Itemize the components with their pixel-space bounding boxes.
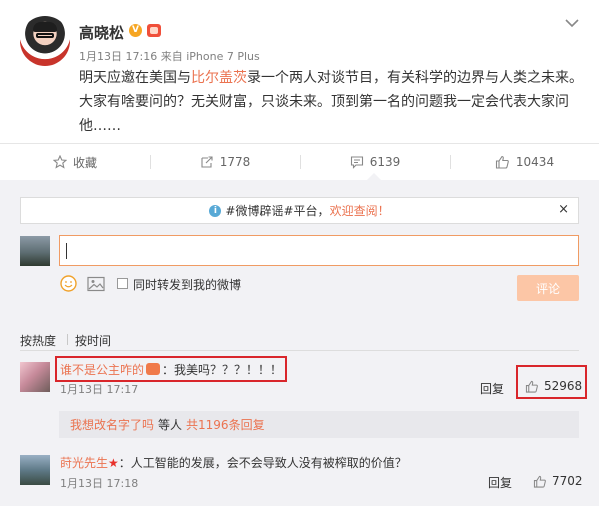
comment-body: ：我美吗？？？！！！ (162, 363, 283, 377)
post-text-before: 明天应邀在美国与 (79, 70, 191, 86)
favorite-label: 收藏 (72, 155, 97, 170)
post-action-bar: 收藏 1778 6139 10434 (0, 143, 599, 179)
comment-time[interactable]: 1月13日 17:18 (60, 475, 138, 491)
thumbs-up-icon (495, 155, 509, 169)
comment-like-count: 7702 (552, 474, 583, 488)
star-badge-icon: ★ (108, 456, 119, 470)
repost-button[interactable]: 1778 (150, 144, 300, 180)
my-avatar[interactable] (20, 236, 50, 266)
like-count: 10434 (515, 155, 555, 169)
image-icon[interactable] (87, 276, 105, 292)
post-time[interactable]: 1月13日 17:16 (79, 50, 157, 63)
post-meta: 1月13日 17:16 来自 iPhone 7 Plus (79, 48, 260, 64)
like-button[interactable]: 10434 (450, 144, 599, 180)
post-text: 明天应邀在美国与比尔盖茨录一个两人对谈节目，有关科学的边界与人类之未来。大家有啥… (79, 66, 584, 138)
avatar-hair (33, 22, 57, 32)
sort-underline (20, 350, 579, 351)
emoji-icon[interactable] (60, 275, 77, 292)
comment-count: 6139 (369, 155, 401, 169)
reply-button[interactable]: 回复 (480, 380, 504, 397)
info-icon: i (209, 204, 222, 217)
favorite-button[interactable]: 收藏 (0, 144, 150, 180)
avatar-glasses (36, 33, 54, 38)
sub-reply-user-link[interactable]: 我想改名字了吗 (70, 416, 154, 433)
chevron-down-icon[interactable] (563, 14, 581, 32)
comment-text: 谁不是公主咋的 ：我美吗？？？！！！ (60, 361, 282, 378)
fan-badge-icon (146, 363, 161, 375)
comment-body: ：人工智能的发展，会不会导致人没有被榨取的价值？ (118, 456, 407, 470)
comment-time[interactable]: 1月13日 17:17 (60, 381, 138, 397)
comment-icon (350, 156, 363, 169)
close-icon[interactable]: × (558, 202, 569, 217)
comment-text: 莳光先生★：人工智能的发展，会不会导致人没有被榨取的价值？ (60, 454, 407, 471)
comment-avatar[interactable] (20, 455, 50, 485)
comment-area: i #微博辟谣# 平台， 欢迎查阅！ × 同时转发到我的微博 评论 按热度 按时… (0, 180, 599, 506)
text-caret (66, 243, 67, 259)
rumor-link[interactable]: 欢迎查阅！ (330, 202, 390, 219)
thumbs-up-icon (525, 380, 538, 393)
comment-user-link[interactable]: 谁不是公主咋的 (60, 363, 144, 377)
reply-button[interactable]: 回复 (488, 474, 512, 491)
verified-icon: V (129, 24, 142, 37)
author-avatar[interactable] (20, 16, 70, 66)
submit-comment-button[interactable]: 评论 (517, 275, 579, 301)
repost-checkbox[interactable] (117, 278, 128, 289)
post-source[interactable]: iPhone 7 Plus (186, 50, 260, 63)
comment-like-button[interactable]: 7702 (533, 474, 583, 488)
post-mention-link[interactable]: 比尔盖茨 (191, 70, 247, 86)
comment-like-button[interactable]: 52968 (525, 379, 582, 393)
author-name[interactable]: 高晓松 (79, 22, 124, 43)
sort-by-time-tab[interactable]: 按时间 (75, 332, 111, 349)
repost-count: 1778 (219, 155, 251, 169)
sub-replies-bar: 我想改名字了吗 等人 共1196条回复 (59, 411, 579, 438)
rumor-notice: i #微博辟谣# 平台， 欢迎查阅！ × (20, 197, 579, 224)
post-source-prefix: 来自 (160, 50, 183, 63)
rumor-text: 平台， (293, 204, 330, 218)
sub-reply-middle: 等人 (158, 418, 183, 432)
view-replies-link[interactable]: 共1196条回复 (186, 416, 265, 433)
comment-avatar[interactable] (20, 362, 50, 392)
star-outline-icon (52, 155, 67, 169)
rumor-tag[interactable]: #微博辟谣# (225, 202, 293, 219)
repost-checkbox-label[interactable]: 同时转发到我的微博 (133, 276, 241, 293)
member-badge-icon (147, 24, 161, 37)
comment-input[interactable] (59, 235, 579, 266)
sort-by-hot-tab[interactable]: 按热度 (20, 332, 56, 349)
sort-divider (67, 334, 68, 345)
comment-user-link[interactable]: 莳光先生 (60, 456, 108, 470)
comment-like-count: 52968 (544, 379, 583, 393)
repost-icon (201, 156, 213, 168)
comment-pointer-notch (367, 173, 381, 180)
thumbs-up-icon (533, 475, 546, 488)
